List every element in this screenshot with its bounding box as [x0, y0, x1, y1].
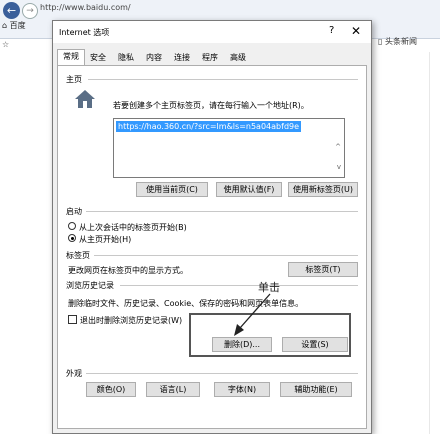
scroll-down-icon[interactable]: v [337, 163, 341, 171]
tabs-button[interactable]: 标签页(T) [288, 262, 358, 277]
homepage-instruction: 若要创建多个主页标签页，请在每行输入一个地址(R)。 [113, 101, 309, 110]
favorites-item-news[interactable]: ▯ 头条新闻 [378, 36, 417, 47]
tab-privacy[interactable]: 隐私 [113, 51, 139, 64]
close-button[interactable]: ✕ [351, 24, 361, 38]
tab-advanced[interactable]: 高级 [225, 51, 251, 64]
startup-last-session-radio[interactable] [68, 222, 76, 230]
homepage-url-value: https://hao.360.cn/?src=lm&ls=n5a04abfd9… [116, 121, 302, 132]
tab-strip: 常规 安全 隐私 内容 连接 程序 高级 [57, 49, 367, 66]
delete-on-exit-checkbox[interactable] [68, 315, 77, 324]
history-heading: 浏览历史记录 [66, 281, 114, 290]
divider [88, 79, 358, 80]
divider [86, 373, 358, 374]
startup-last-session-label: 从上次会话中的标签页开始(B) [79, 223, 187, 232]
dialog-titlebar: Internet 选项 ? ✕ [53, 21, 371, 43]
address-bar[interactable]: http://www.baidu.com/ [40, 1, 340, 15]
home-tab-label: 百度 [9, 21, 26, 30]
tab-general[interactable]: 常规 [57, 49, 85, 66]
internet-options-dialog: Internet 选项 ? ✕ 常规 安全 隐私 内容 连接 程序 高级 主页 … [52, 20, 372, 434]
homepage-heading: 主页 [66, 75, 82, 84]
use-default-button[interactable]: 使用默认值(F) [216, 182, 282, 197]
use-new-tab-button[interactable]: 使用新标签页(U) [288, 182, 358, 197]
languages-button[interactable]: 语言(L) [146, 382, 200, 397]
tabs-heading: 标签页 [66, 251, 90, 260]
browser-scrollbar[interactable] [429, 52, 430, 434]
tab-security[interactable]: 安全 [85, 51, 111, 64]
favorites-item-label: 头条新闻 [384, 37, 417, 46]
use-current-button[interactable]: 使用当前页(C) [136, 182, 208, 197]
general-panel: 主页 若要创建多个主页标签页，请在每行输入一个地址(R)。 https://ha… [57, 65, 367, 429]
divider [86, 211, 358, 212]
tab-content[interactable]: 内容 [141, 51, 167, 64]
colors-button[interactable]: 颜色(O) [86, 382, 136, 397]
tab-programs[interactable]: 程序 [197, 51, 223, 64]
fonts-button[interactable]: 字体(N) [214, 382, 270, 397]
startup-heading: 启动 [66, 207, 82, 216]
forward-button[interactable]: → [22, 3, 38, 19]
appearance-heading: 外观 [66, 369, 82, 378]
help-button[interactable]: ? [329, 25, 334, 36]
delete-on-exit-label: 退出时删除浏览历史记录(W) [80, 316, 183, 325]
tab-connections[interactable]: 连接 [169, 51, 195, 64]
home-icon: ⌂ [2, 21, 8, 30]
tabs-description: 更改网页在标签页中的显示方式。 [68, 266, 188, 275]
divider [120, 285, 358, 286]
annotation-arrow-icon [234, 293, 271, 336]
startup-homepage-radio[interactable] [68, 234, 76, 242]
back-button[interactable]: ← [3, 2, 20, 19]
divider [94, 255, 358, 256]
home-tab[interactable]: ⌂ 百度 [2, 20, 26, 31]
favorites-icon[interactable]: ☆ [2, 40, 9, 49]
dialog-title: Internet 选项 [59, 28, 110, 37]
accessibility-button[interactable]: 辅助功能(E) [280, 382, 352, 397]
scroll-up-icon[interactable]: ^ [335, 143, 341, 151]
homepage-url-textarea[interactable]: https://hao.360.cn/?src=lm&ls=n5a04abfd9… [113, 118, 345, 178]
page-icon: ▯ [378, 37, 383, 46]
startup-homepage-label: 从主页开始(H) [79, 235, 132, 244]
home-page-icon [75, 90, 95, 108]
